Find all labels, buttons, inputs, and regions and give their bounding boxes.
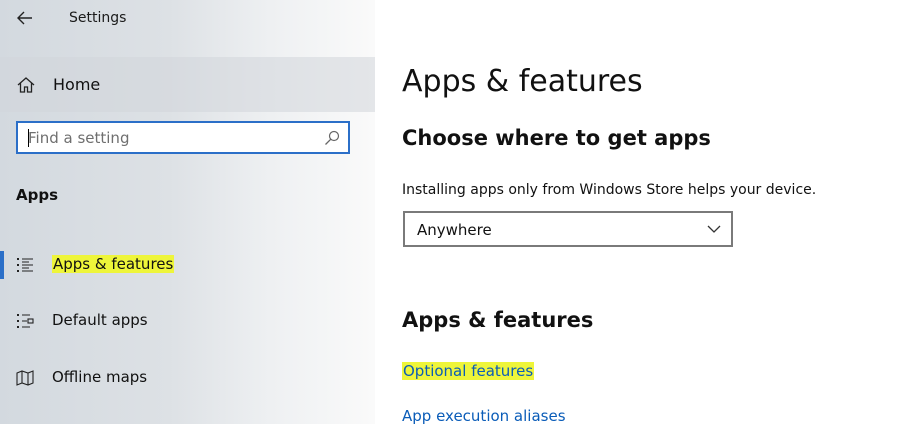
sidebar-item-label: Default apps	[52, 311, 148, 329]
back-button[interactable]	[10, 4, 40, 32]
default-apps-icon	[17, 314, 34, 328]
home-label: Home	[53, 75, 101, 94]
section-label-apps: Apps	[16, 186, 59, 204]
choose-apps-heading: Choose where to get apps	[402, 126, 711, 150]
chevron-down-icon	[707, 225, 721, 233]
search-input[interactable]	[28, 127, 308, 149]
app-source-dropdown[interactable]: Anywhere	[403, 211, 733, 247]
sidebar-item-label: Apps & features	[52, 255, 175, 273]
search-box[interactable]	[16, 121, 350, 154]
page-title: Apps & features	[402, 64, 643, 99]
back-arrow-icon	[17, 11, 32, 25]
title-bar: Settings	[0, 0, 375, 40]
highlighted-text: Apps & features	[52, 255, 175, 273]
sidebar-item-apps-features[interactable]: Apps & features	[0, 243, 375, 287]
optional-features-link[interactable]: Optional features	[402, 362, 535, 380]
map-icon	[16, 370, 34, 386]
search-icon[interactable]	[324, 130, 340, 146]
sidebar: Settings Home Apps Apps & features	[0, 0, 375, 424]
list-icon	[17, 258, 33, 272]
sidebar-item-offline-maps[interactable]: Offline maps	[0, 356, 375, 400]
home-icon	[17, 77, 35, 93]
window-title: Settings	[69, 10, 127, 26]
dropdown-selected-value: Anywhere	[417, 221, 492, 239]
install-source-description: Installing apps only from Windows Store …	[402, 182, 817, 198]
app-execution-aliases-link[interactable]: App execution aliases	[402, 407, 566, 424]
apps-features-heading: Apps & features	[402, 308, 594, 332]
sidebar-item-default-apps[interactable]: Default apps	[0, 299, 375, 343]
main-content: Apps & features Choose where to get apps…	[375, 0, 908, 424]
home-nav-item[interactable]: Home	[0, 57, 375, 112]
highlighted-text: Optional features	[402, 362, 535, 380]
text-caret	[28, 129, 29, 147]
selection-indicator	[0, 251, 4, 279]
sidebar-item-label: Offline maps	[52, 368, 148, 386]
